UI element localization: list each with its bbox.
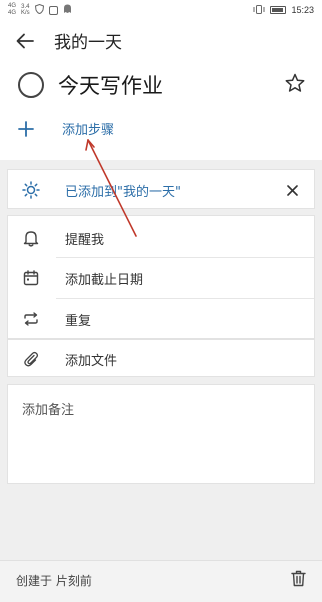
status-time: 15:23 (291, 5, 314, 15)
my-day-row[interactable]: 已添加到"我的一天" (8, 170, 316, 210)
due-date-row[interactable]: 添加截止日期 (8, 258, 316, 298)
notification-ghost-icon (63, 4, 72, 16)
add-step-label: 添加步骤 (62, 123, 115, 138)
add-file-label: 添加文件 (65, 353, 118, 369)
note-input[interactable]: 添加备注 (7, 384, 315, 484)
notification-shield-icon (34, 3, 44, 16)
remove-from-my-day-button[interactable] (284, 182, 300, 198)
back-button[interactable] (14, 32, 36, 54)
arrow-left-icon (16, 33, 34, 53)
status-right: 15:23 (253, 4, 314, 16)
add-file-card[interactable]: 添加文件 (7, 339, 315, 377)
note-placeholder: 添加备注 (22, 403, 75, 418)
trash-icon (290, 570, 306, 591)
remind-me-row[interactable]: 提醒我 (8, 218, 316, 258)
my-day-card[interactable]: 已添加到"我的一天" (7, 169, 315, 209)
network-speed: 3.4 K/s (21, 4, 30, 16)
created-time-label: 创建于 片刻前 (16, 574, 92, 588)
task-complete-checkbox[interactable] (18, 72, 44, 98)
repeat-label: 重复 (65, 313, 92, 329)
remind-me-label: 提醒我 (65, 232, 105, 248)
battery-icon (270, 6, 287, 14)
importance-star-button[interactable] (282, 72, 308, 98)
status-bar: 4G 4G 3.4 K/s 15:23 (0, 0, 322, 20)
repeat-row[interactable]: 重复 (8, 299, 316, 339)
task-options-card: 提醒我 添加截止日期 重复 (7, 215, 315, 339)
add-step-button[interactable]: 添加步骤 (18, 118, 278, 144)
paperclip-icon (22, 350, 40, 368)
calendar-icon (22, 269, 40, 287)
bell-icon (22, 229, 40, 247)
add-file-row[interactable]: 添加文件 (8, 339, 316, 379)
due-date-label: 添加截止日期 (65, 272, 144, 288)
plus-icon (18, 121, 34, 141)
vibrate-icon (253, 4, 265, 16)
status-left: 4G 4G 3.4 K/s (8, 3, 72, 17)
repeat-icon (22, 310, 40, 328)
task-footer: 创建于 片刻前 (0, 560, 322, 602)
star-icon (285, 73, 305, 97)
sun-icon (22, 181, 40, 199)
delete-task-button[interactable] (288, 570, 308, 590)
my-day-label: 已添加到"我的一天" (65, 184, 181, 200)
network-indicator: 4G 4G (8, 3, 17, 16)
list-title: 我的一天 (54, 33, 122, 53)
close-icon (286, 181, 298, 200)
task-title[interactable]: 今天写作业 (58, 72, 163, 100)
notification-app-icon (48, 5, 58, 15)
task-header: 我的一天 今天写作业 添加步骤 (0, 20, 322, 160)
